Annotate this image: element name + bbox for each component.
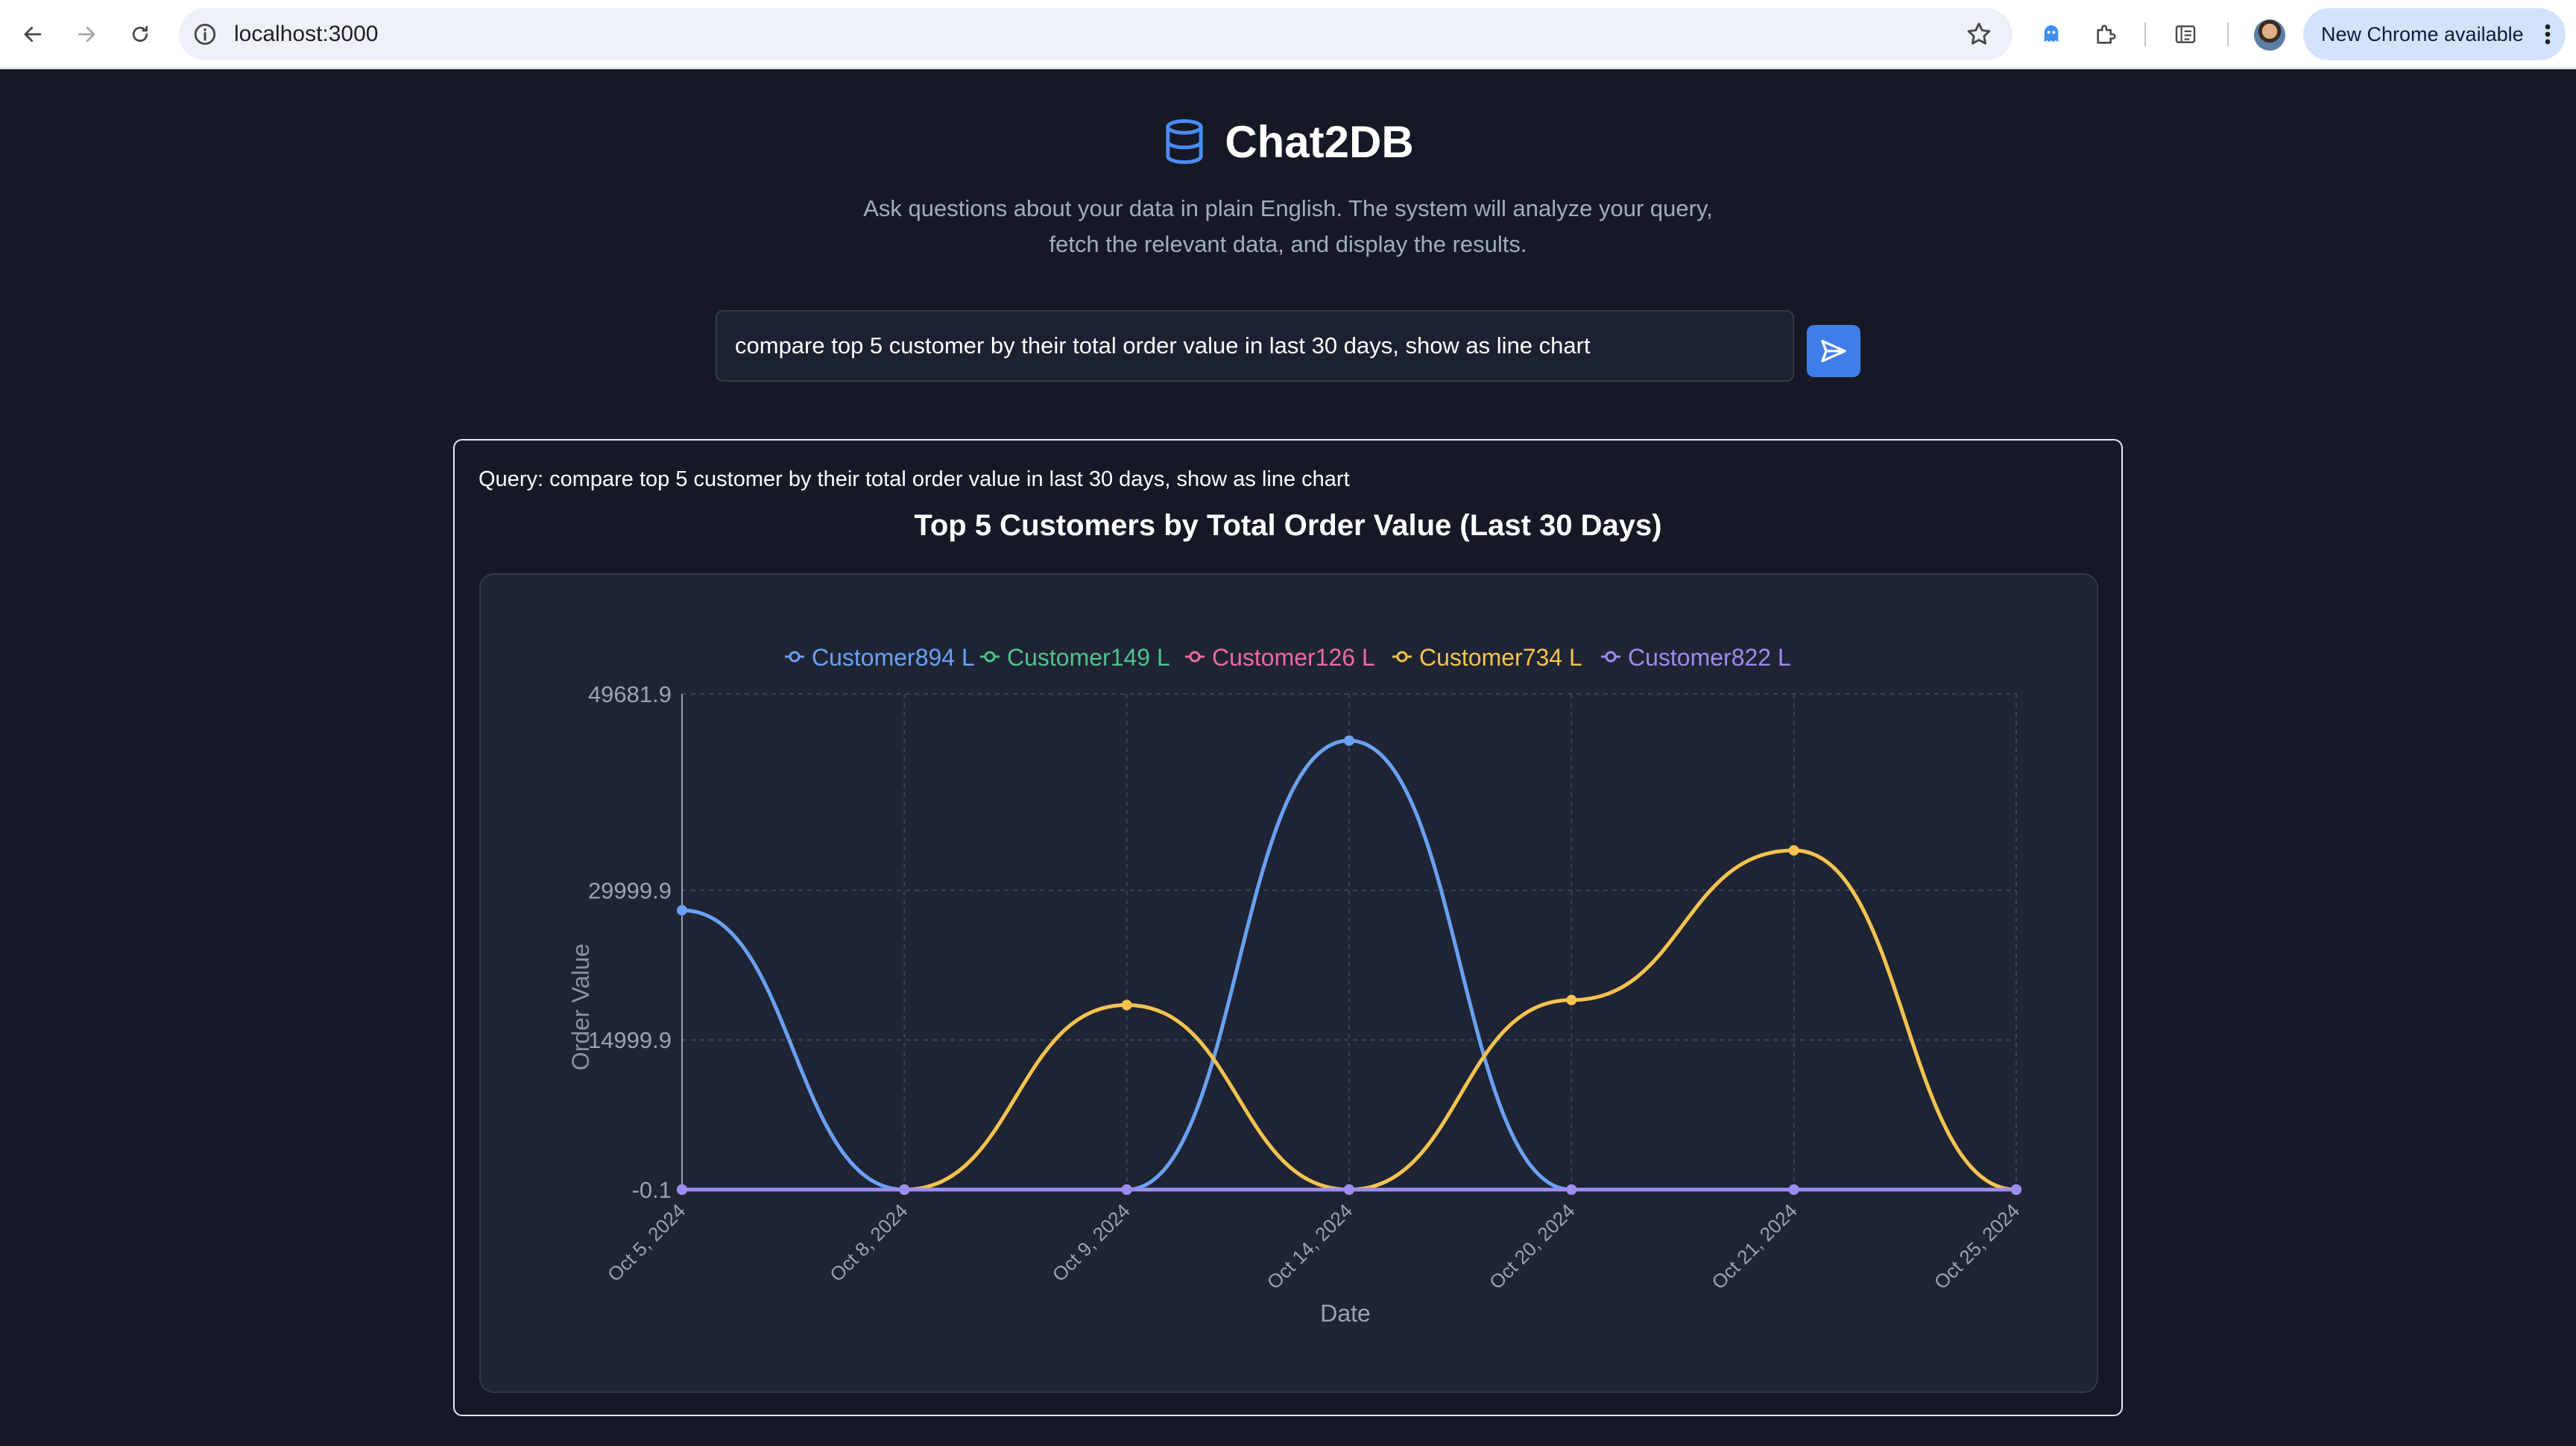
chart-panel: 49681.9 29999.9 14999.9 -0.1 Oct 5, 2024 Oct … — [479, 573, 2098, 1393]
y-axis-label: Order Value — [567, 944, 594, 1070]
x-tick-label: Oct 25, 2024 — [1930, 1199, 2024, 1293]
query-echo: Query: compare top 5 customer by their t… — [479, 467, 1350, 491]
database-icon — [1166, 119, 1203, 165]
data-point-customer822 — [1121, 1184, 1132, 1195]
x-tick-label: Oct 14, 2024 — [1263, 1199, 1357, 1293]
side-panel-icon — [2175, 25, 2196, 43]
data-point-customer894 — [677, 905, 687, 916]
data-point-customer734 — [1566, 994, 1577, 1005]
legend-item-label: Customer822 L — [1628, 644, 1791, 671]
browser-toolbar: localhost:3000 New Chrome available — [0, 0, 2576, 69]
app-title: Chat2DB — [1225, 116, 1414, 167]
toolbar-divider — [2144, 22, 2146, 46]
x-tick-label: Oct 21, 2024 — [1707, 1199, 1801, 1293]
legend-marker-icon — [984, 651, 996, 663]
y-tick-label: 14999.9 — [588, 1027, 672, 1053]
legend-marker-icon — [1189, 651, 1201, 663]
site-info-icon[interactable] — [192, 22, 218, 47]
arrow-left-icon — [24, 26, 42, 42]
data-point-customer734 — [1788, 844, 1799, 856]
arrow-right-icon — [78, 26, 95, 42]
legend-item-label: Customer894 L — [812, 644, 975, 671]
legend-marker-icon — [789, 651, 801, 663]
legend-item-label: Customer126 L — [1212, 644, 1375, 671]
x-tick-label: Oct 9, 2024 — [1048, 1199, 1134, 1286]
data-point-customer822 — [1788, 1184, 1799, 1195]
forward-button[interactable] — [69, 16, 104, 52]
legend-marker-icon — [1605, 651, 1617, 663]
legend-item-label: Customer734 L — [1419, 644, 1582, 671]
y-tick-label: -0.1 — [632, 1177, 672, 1203]
reading-list-button[interactable] — [2169, 18, 2202, 51]
x-tick-label: Oct 20, 2024 — [1485, 1199, 1579, 1293]
x-axis-label: Date — [1320, 1300, 1371, 1327]
legend-item-label: Customer149 L — [1007, 644, 1170, 671]
more-vertical-icon[interactable] — [2543, 23, 2552, 45]
app-header: Chat2DB — [0, 112, 2576, 171]
back-button[interactable] — [15, 16, 51, 52]
data-point-customer822 — [2011, 1184, 2021, 1195]
data-point-customer822 — [1566, 1184, 1577, 1195]
data-point-customer894 — [1344, 735, 1354, 746]
reload-button[interactable] — [122, 16, 158, 52]
line-chart: 49681.9 29999.9 14999.9 -0.1Oct 5, 2024 Oct … — [567, 644, 2024, 1327]
send-icon — [1821, 340, 1846, 362]
send-button[interactable] — [1807, 325, 1860, 377]
query-input[interactable] — [716, 310, 1794, 382]
extensions-button[interactable] — [2090, 18, 2123, 51]
chart-title: Top 5 Customers by Total Order Value (La… — [914, 509, 1662, 542]
data-point-customer822 — [1344, 1184, 1354, 1195]
bookmark-star-icon[interactable] — [1965, 20, 1993, 48]
data-point-customer734 — [1121, 1000, 1132, 1011]
puzzle-icon — [2097, 25, 2116, 44]
profile-avatar[interactable] — [2254, 19, 2285, 51]
x-tick-label: Oct 8, 2024 — [825, 1199, 912, 1286]
chrome-update-button[interactable]: New Chrome available — [2303, 8, 2566, 60]
extension-ghost-button[interactable] — [2035, 18, 2068, 51]
y-tick-label: 49681.9 — [588, 681, 672, 707]
result-card: Query: compare top 5 customer by their t… — [453, 439, 2123, 1416]
app-subtitle: Ask questions about your data in plain E… — [863, 195, 1713, 257]
x-tick-label: Oct 5, 2024 — [603, 1199, 689, 1286]
data-point-customer822 — [899, 1184, 910, 1195]
y-tick-label: 29999.9 — [588, 877, 672, 903]
address-bar[interactable]: localhost:3000 — [179, 8, 2012, 60]
toolbar-divider — [2227, 22, 2229, 46]
reload-icon — [132, 25, 148, 42]
ghost-icon — [2044, 25, 2059, 42]
url-text: localhost:3000 — [234, 22, 379, 46]
legend-marker-icon — [1396, 651, 1408, 663]
data-point-customer822 — [677, 1184, 687, 1195]
update-label: New Chrome available — [2321, 23, 2524, 45]
